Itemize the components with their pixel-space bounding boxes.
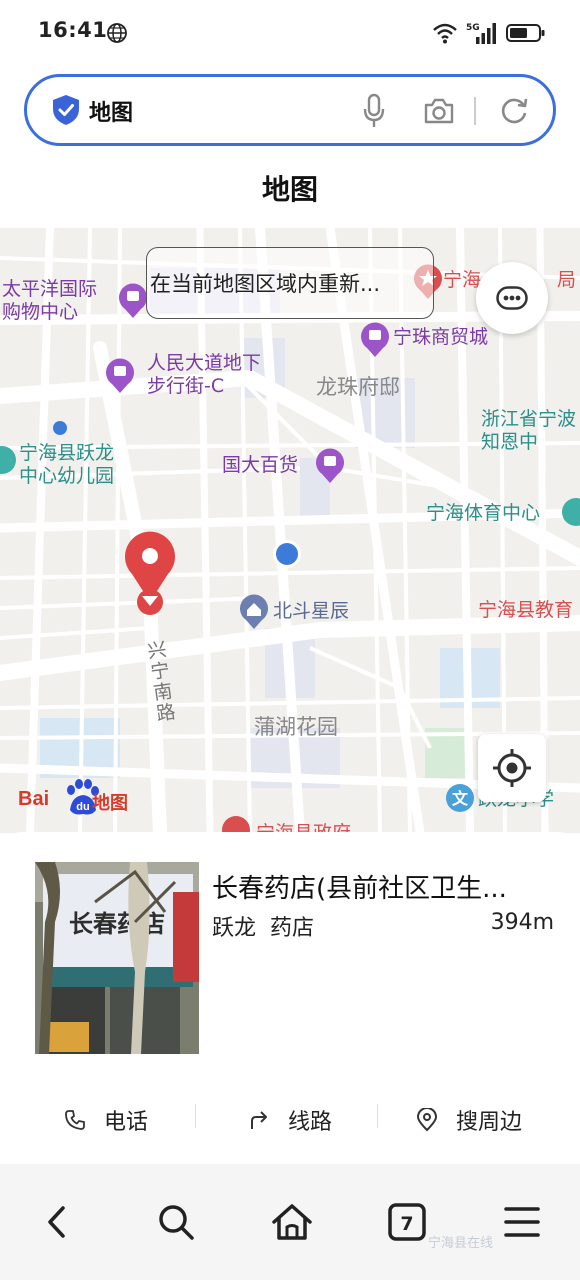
- tab-count: 7: [400, 1213, 413, 1235]
- place-name[interactable]: 长春药店(县前社区卫生...: [212, 868, 542, 905]
- poi-pin-icon[interactable]: [104, 356, 136, 394]
- baidu-logo-du: du: [76, 801, 89, 813]
- network-label: 5G: [466, 23, 480, 33]
- more-icon: [496, 286, 528, 310]
- current-location-dot: [273, 540, 301, 568]
- call-button[interactable]: 电话: [64, 1092, 148, 1148]
- signal-icon: 5G: [466, 23, 496, 44]
- baidu-map-logo: Bai du 地图: [18, 774, 148, 815]
- map-label-ningzhu-partial: 宁海: [443, 269, 482, 291]
- locate-me-button[interactable]: [478, 734, 546, 802]
- map-label-zhejiang: 浙江省宁波 知恩中: [481, 408, 577, 453]
- shop-photo[interactable]: 长春药店: [35, 862, 199, 1054]
- page-title: 地图: [261, 173, 318, 206]
- tabs-icon[interactable]: 7: [385, 1200, 429, 1244]
- poi-pin-icon[interactable]: [117, 281, 149, 319]
- globe-icon: [107, 23, 127, 43]
- menu-icon[interactable]: [500, 1200, 544, 1244]
- map-label-longzhu-mansion: 龙珠府邸: [316, 375, 400, 399]
- map-label-sports-center: 宁海体育中心: [426, 502, 541, 524]
- research-area-label: 在当前地图区域内重新...: [150, 272, 381, 296]
- phone-icon: [65, 1110, 85, 1130]
- bottom-nav: 7: [0, 1164, 580, 1280]
- map-label-beidou: 北斗星辰: [273, 600, 350, 622]
- route-label: 线路: [288, 1110, 333, 1135]
- svg-text:文: 文: [452, 789, 469, 808]
- back-icon[interactable]: [36, 1200, 80, 1244]
- route-button[interactable]: 线路: [248, 1092, 332, 1148]
- search-divider: [474, 97, 476, 125]
- map-label-puhu-garden: 蒲湖花园: [254, 715, 338, 739]
- place-meta: 跃龙 药店: [212, 910, 328, 942]
- research-area-button[interactable]: 在当前地图区域内重新...: [146, 247, 434, 319]
- map-label-renmin-street: 人民大道地下 步行街-C: [147, 352, 262, 397]
- battery-icon: [506, 24, 545, 42]
- wifi-icon: [433, 23, 457, 44]
- place-area: 跃龙: [212, 916, 257, 941]
- refresh-icon[interactable]: [499, 96, 529, 126]
- status-bar: 16:41 5G: [0, 0, 580, 66]
- map-label-taipingyang: 太平洋国际 购物中心: [2, 278, 98, 323]
- map-label-education: 宁海县教育: [478, 599, 574, 621]
- mic-icon[interactable]: [363, 93, 385, 129]
- place-actions: 电话 线路 搜周边: [0, 1092, 580, 1148]
- call-label: 电话: [104, 1110, 149, 1135]
- nearby-label: 搜周边: [456, 1110, 523, 1135]
- action-divider: [377, 1104, 378, 1128]
- place-info-card[interactable]: 长春药店 长春药店(县前社区卫生... 跃龙 药店 394m 电话 线路 搜周边: [0, 832, 580, 1164]
- poi-pin-icon[interactable]: 文: [444, 782, 476, 820]
- action-divider: [195, 1104, 196, 1128]
- search-icon[interactable]: [154, 1200, 198, 1244]
- poi-pin-icon[interactable]: [359, 320, 391, 358]
- shop-sign-text: 长春药店: [69, 910, 165, 938]
- more-options-button[interactable]: [476, 262, 548, 334]
- map-label-guoda: 国大百货: [222, 454, 299, 476]
- poi-dot: [53, 421, 67, 435]
- locate-icon: [493, 749, 531, 787]
- location-pin-icon: [416, 1108, 438, 1132]
- baidu-logo-bai: Bai: [18, 788, 50, 810]
- map-label-ningzhu-mall: 宁珠商贸城: [393, 326, 489, 348]
- poi-pin-icon[interactable]: [560, 496, 580, 534]
- poi-pin-icon[interactable]: [314, 446, 346, 484]
- place-category: 药店: [270, 916, 315, 941]
- status-time: 16:41: [38, 18, 108, 42]
- search-bar[interactable]: 地图: [24, 74, 556, 146]
- baidu-logo-map: 地图: [92, 793, 128, 814]
- nearby-search-button[interactable]: 搜周边: [416, 1092, 522, 1148]
- home-icon[interactable]: [270, 1200, 314, 1244]
- map-label-ningzhu-partial-right: 局: [557, 269, 577, 291]
- watermark: 宁海县在线: [428, 1236, 494, 1251]
- poi-pin-icon[interactable]: [220, 814, 252, 833]
- shield-icon: [53, 95, 79, 125]
- search-query[interactable]: 地图: [89, 95, 133, 127]
- poi-pin-icon[interactable]: [0, 444, 18, 482]
- map-label-kindergarten: 宁海县跃龙 中心幼儿园: [19, 442, 115, 487]
- map-view[interactable]: 文 太平洋国际 购物中心 宁海 局 宁珠商贸城 人民大道地下 步行街-C 龙珠府…: [0, 228, 580, 833]
- route-icon: [251, 1111, 267, 1129]
- selected-location-marker[interactable]: [120, 530, 180, 622]
- poi-pin-icon[interactable]: [238, 592, 270, 630]
- place-distance: 394m: [490, 910, 554, 935]
- camera-icon[interactable]: [423, 97, 455, 125]
